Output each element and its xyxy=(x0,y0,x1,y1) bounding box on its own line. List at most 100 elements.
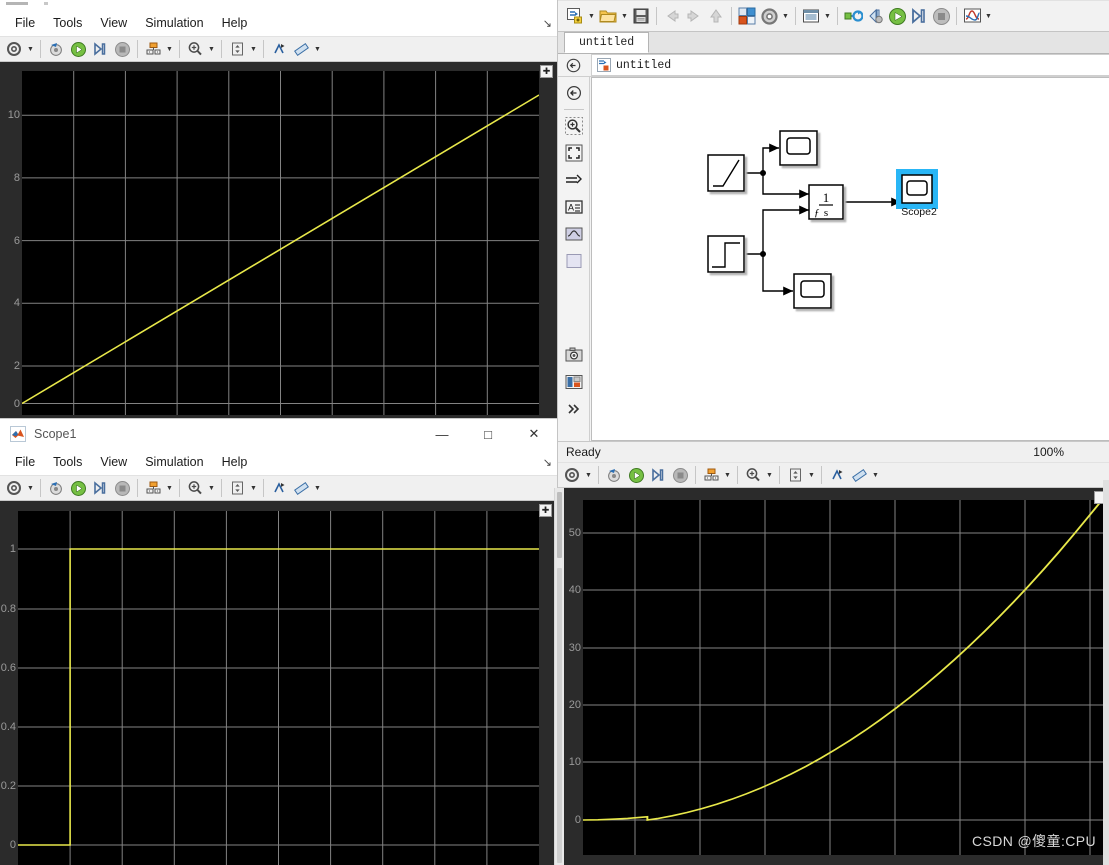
menu-file[interactable]: File xyxy=(6,452,44,472)
stop-icon[interactable] xyxy=(111,38,133,60)
scope-viewer-icon[interactable] xyxy=(961,5,983,27)
zoom-in-icon[interactable] xyxy=(184,477,206,499)
up-icon[interactable] xyxy=(705,5,727,27)
step-forward-icon[interactable] xyxy=(908,5,930,27)
step-forward-icon[interactable] xyxy=(89,38,111,60)
dropdown-caret-icon[interactable]: ▼ xyxy=(764,464,775,486)
zoom-in-icon[interactable] xyxy=(563,115,585,137)
step-forward-icon[interactable] xyxy=(647,464,669,486)
dropdown-caret-icon[interactable]: ▼ xyxy=(619,5,630,27)
dropdown-caret-icon[interactable]: ▼ xyxy=(822,5,833,27)
simulation-stepping-icon[interactable] xyxy=(45,38,67,60)
menu-tools[interactable]: Tools xyxy=(44,13,91,33)
menu-simulation[interactable]: Simulation xyxy=(136,13,212,33)
layout-icon[interactable] xyxy=(142,38,164,60)
cursor-measurements-icon[interactable] xyxy=(826,464,848,486)
zoom-in-icon[interactable] xyxy=(742,464,764,486)
step-forward-icon[interactable] xyxy=(89,477,111,499)
close-button[interactable]: ✕ xyxy=(511,419,557,449)
model-tab-untitled[interactable]: untitled xyxy=(564,32,650,53)
dropdown-caret-icon[interactable]: ▼ xyxy=(586,5,597,27)
dropdown-caret-icon[interactable]: ▼ xyxy=(583,464,594,486)
config-properties-icon[interactable] xyxy=(3,477,25,499)
autoscale-icon[interactable] xyxy=(226,38,248,60)
dropdown-caret-icon[interactable]: ▼ xyxy=(248,38,259,60)
forward-icon[interactable] xyxy=(683,5,705,27)
autoscale-icon[interactable] xyxy=(784,464,806,486)
menu-tools[interactable]: Tools xyxy=(44,452,91,472)
measurements-icon[interactable] xyxy=(290,477,312,499)
back-icon[interactable] xyxy=(661,5,683,27)
dropdown-caret-icon[interactable]: ▼ xyxy=(722,464,733,486)
layout-panels-icon[interactable] xyxy=(563,371,585,393)
layout-icon[interactable] xyxy=(142,477,164,499)
measurements-icon[interactable] xyxy=(848,464,870,486)
menu-simulation[interactable]: Simulation xyxy=(136,452,212,472)
run-icon[interactable] xyxy=(67,38,89,60)
run-icon[interactable] xyxy=(886,5,908,27)
navigate-back-icon[interactable] xyxy=(563,82,585,104)
save-icon[interactable] xyxy=(630,5,652,27)
maximize-button[interactable]: □ xyxy=(465,419,511,449)
scrollbar-thumb[interactable] xyxy=(557,492,562,558)
simulation-stepping-icon[interactable] xyxy=(45,477,67,499)
dropdown-caret-icon[interactable]: ▼ xyxy=(206,38,217,60)
dropdown-caret-icon[interactable]: ▼ xyxy=(248,477,259,499)
model-settings-icon[interactable] xyxy=(758,5,780,27)
menu-view[interactable]: View xyxy=(91,452,136,472)
model-explorer-icon[interactable] xyxy=(800,5,822,27)
new-model-icon[interactable] xyxy=(564,5,586,27)
scope1-plot[interactable] xyxy=(18,511,539,865)
scope-preview-icon[interactable] xyxy=(563,223,585,245)
update-model-icon[interactable] xyxy=(842,5,864,27)
run-icon[interactable] xyxy=(67,477,89,499)
minimize-button[interactable]: — xyxy=(419,419,465,449)
area-icon[interactable] xyxy=(563,250,585,272)
annotation-icon[interactable]: A xyxy=(563,196,585,218)
autoscale-icon[interactable] xyxy=(226,477,248,499)
dropdown-caret-icon[interactable]: ▼ xyxy=(806,464,817,486)
scrollbar-track-lower[interactable] xyxy=(557,568,562,863)
expand-arrow-icon[interactable]: ↘ xyxy=(543,456,552,469)
menu-view[interactable]: View xyxy=(91,13,136,33)
scope2-plot[interactable] xyxy=(583,500,1103,855)
measurements-icon[interactable] xyxy=(290,38,312,60)
zoom-level[interactable]: 100% xyxy=(1033,445,1064,459)
stop-icon[interactable] xyxy=(930,5,952,27)
config-properties-icon[interactable] xyxy=(561,464,583,486)
more-chevron-icon[interactable] xyxy=(563,398,585,420)
dropdown-caret-icon[interactable]: ▼ xyxy=(25,477,36,499)
stop-icon[interactable] xyxy=(111,477,133,499)
layout-icon[interactable] xyxy=(700,464,722,486)
pin-icon[interactable]: ✚ xyxy=(539,504,552,517)
menu-file[interactable]: File xyxy=(6,13,44,33)
dropdown-caret-icon[interactable]: ▼ xyxy=(164,38,175,60)
dropdown-caret-icon[interactable]: ▼ xyxy=(206,477,217,499)
dropdown-caret-icon[interactable]: ▼ xyxy=(164,477,175,499)
open-folder-icon[interactable] xyxy=(597,5,619,27)
scope-top-plot[interactable] xyxy=(22,71,539,415)
simulink-canvas[interactable]: 1 s ƒ Scope2 xyxy=(591,77,1109,441)
stop-icon[interactable] xyxy=(669,464,691,486)
signal-route-icon[interactable] xyxy=(563,169,585,191)
dropdown-caret-icon[interactable]: ▼ xyxy=(25,38,36,60)
cursor-measurements-icon[interactable] xyxy=(268,477,290,499)
dropdown-caret-icon[interactable]: ▼ xyxy=(312,477,323,499)
camera-snapshot-icon[interactable] xyxy=(563,344,585,366)
scope2-vertical-scrollbar[interactable] xyxy=(554,488,564,865)
dropdown-caret-icon[interactable]: ▼ xyxy=(870,464,881,486)
run-icon[interactable] xyxy=(625,464,647,486)
expand-arrow-icon[interactable]: ↘ xyxy=(543,17,552,30)
breadcrumb-field[interactable]: untitled xyxy=(591,54,1109,76)
cursor-measurements-icon[interactable] xyxy=(268,38,290,60)
simulation-stepping-icon[interactable] xyxy=(603,464,625,486)
library-browser-icon[interactable] xyxy=(736,5,758,27)
fast-restart-icon[interactable] xyxy=(864,5,886,27)
menu-help[interactable]: Help xyxy=(213,13,257,33)
dropdown-caret-icon[interactable]: ▼ xyxy=(312,38,323,60)
menu-help[interactable]: Help xyxy=(213,452,257,472)
back-circle-icon[interactable] xyxy=(564,56,582,74)
dropdown-caret-icon[interactable]: ▼ xyxy=(780,5,791,27)
pin-icon[interactable]: ✚ xyxy=(540,65,553,78)
zoom-in-icon[interactable] xyxy=(184,38,206,60)
